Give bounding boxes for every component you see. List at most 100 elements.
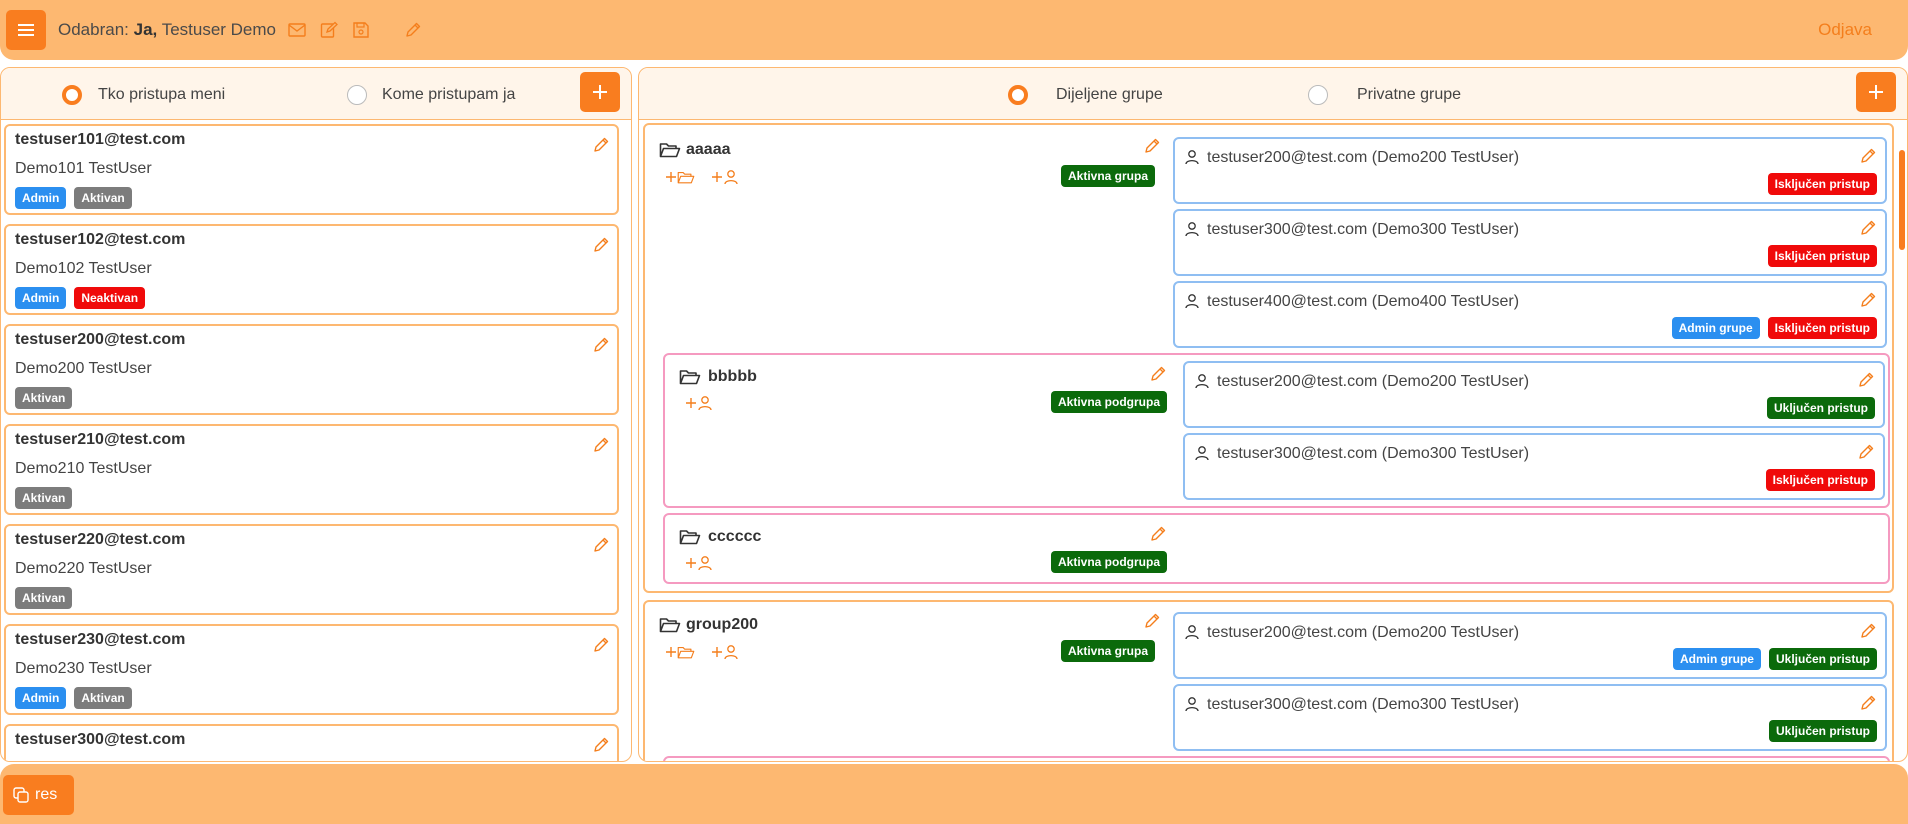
access-excluded-badge: Isključen pristup bbox=[1767, 317, 1877, 339]
member-card[interactable]: testuser200@test.com (Demo200 TestUser) … bbox=[1173, 137, 1887, 204]
user-card[interactable]: testuser200@test.com Demo200 TestUser Ak… bbox=[4, 324, 619, 415]
member-card[interactable]: testuser300@test.com (Demo300 TestUser) … bbox=[1173, 684, 1887, 751]
res-button[interactable]: res bbox=[3, 775, 74, 815]
user-icon bbox=[1194, 445, 1210, 461]
radio-shared-label: Dijeljene grupe bbox=[1056, 86, 1163, 103]
edit-pencil-icon[interactable] bbox=[592, 236, 610, 254]
user-name: Demo230 TestUser bbox=[15, 660, 152, 677]
edit-pencil-icon[interactable] bbox=[1859, 291, 1877, 309]
user-card[interactable]: testuser102@test.com Demo102 TestUser Ad… bbox=[4, 224, 619, 315]
mail-icon[interactable] bbox=[288, 23, 306, 37]
edit-pencil-icon[interactable] bbox=[1149, 365, 1167, 383]
edit-pencil-icon[interactable] bbox=[1857, 443, 1875, 461]
radio-whom-label: Kome pristupam ja bbox=[382, 86, 516, 103]
selected-user: Odabran: Ja, Testuser Demo bbox=[58, 20, 276, 40]
user-card[interactable]: testuser230@test.com Demo230 TestUser Ad… bbox=[4, 624, 619, 715]
selected-user-name: Testuser Demo bbox=[161, 20, 277, 39]
member-text: testuser400@test.com (Demo400 TestUser) bbox=[1207, 293, 1520, 310]
edit-pencil-icon[interactable] bbox=[592, 636, 610, 654]
user-card[interactable]: testuser210@test.com Demo210 TestUser Ak… bbox=[4, 424, 619, 515]
user-icon bbox=[1194, 373, 1210, 389]
add-user-button[interactable] bbox=[580, 72, 620, 112]
add-group-button[interactable] bbox=[1856, 72, 1896, 112]
user-email: testuser220@test.com bbox=[15, 531, 186, 548]
member-text: testuser200@test.com (Demo200 TestUser) bbox=[1217, 373, 1530, 390]
group-card: group200 Aktivna grupa testuser200@test.… bbox=[643, 600, 1894, 761]
access-excluded-badge: Isključen pristup bbox=[1767, 173, 1877, 195]
member-text: testuser300@test.com (Demo300 TestUser) bbox=[1207, 696, 1520, 713]
subgroup-name: cccccc bbox=[708, 528, 762, 545]
edit-pencil-icon[interactable] bbox=[1857, 371, 1875, 389]
add-member-button[interactable] bbox=[711, 169, 739, 185]
res-label: res bbox=[35, 786, 58, 803]
logout-link[interactable]: Odjava bbox=[1818, 20, 1872, 40]
user-card[interactable]: testuser300@test.com bbox=[4, 724, 619, 761]
access-excluded-badge: Isključen pristup bbox=[1767, 245, 1877, 267]
edit-pencil-icon[interactable] bbox=[1859, 147, 1877, 165]
scrollbar[interactable] bbox=[1899, 150, 1905, 250]
member-card[interactable]: testuser200@test.com (Demo200 TestUser) … bbox=[1173, 612, 1887, 679]
edit-pencil-icon[interactable] bbox=[1143, 137, 1161, 155]
add-subgroup-button[interactable] bbox=[665, 170, 695, 185]
selected-label: Odabran: bbox=[58, 20, 129, 39]
member-card[interactable]: testuser300@test.com (Demo300 TestUser) … bbox=[1183, 433, 1885, 500]
edit-pencil-icon[interactable] bbox=[592, 436, 610, 454]
group-admin-badge: Admin grupe bbox=[1672, 648, 1761, 670]
active-badge: Aktivan bbox=[74, 687, 132, 709]
user-email: testuser300@test.com bbox=[15, 731, 186, 748]
group-name: aaaaa bbox=[686, 141, 731, 158]
user-card[interactable]: testuser220@test.com Demo220 TestUser Ak… bbox=[4, 524, 619, 615]
edit-pencil-icon[interactable] bbox=[1859, 622, 1877, 640]
radio-private-groups[interactable] bbox=[1308, 85, 1328, 105]
member-card[interactable]: testuser400@test.com (Demo400 TestUser) … bbox=[1173, 281, 1887, 348]
subgroup-status-badge: Aktivna podgrupa bbox=[1051, 551, 1168, 573]
radio-shared-groups[interactable] bbox=[1008, 85, 1028, 105]
copy-icon bbox=[13, 787, 29, 803]
user-icon bbox=[1184, 221, 1200, 237]
users-panel: Tko pristupa meni Kome pristupam ja test… bbox=[0, 67, 632, 762]
top-bar: Odabran: Ja, Testuser Demo Odjava bbox=[0, 0, 1908, 60]
edit-note-icon[interactable] bbox=[320, 21, 338, 39]
edit-pencil-icon[interactable] bbox=[1859, 694, 1877, 712]
user-icon bbox=[1184, 696, 1200, 712]
pencil-icon[interactable] bbox=[404, 21, 422, 39]
radio-who-accesses-me[interactable] bbox=[62, 85, 82, 105]
add-member-button[interactable] bbox=[711, 644, 739, 660]
save-icon[interactable] bbox=[352, 21, 370, 39]
access-included-badge: Uključen pristup bbox=[1766, 397, 1875, 419]
edit-pencil-icon[interactable] bbox=[1149, 525, 1167, 543]
user-name: Demo210 TestUser bbox=[15, 460, 152, 477]
edit-pencil-icon[interactable] bbox=[592, 136, 610, 154]
add-subgroup-button[interactable] bbox=[665, 645, 695, 660]
user-email: testuser102@test.com bbox=[15, 231, 186, 248]
edit-pencil-icon[interactable] bbox=[592, 336, 610, 354]
radio-whom-i-access[interactable] bbox=[347, 85, 367, 105]
bottom-bar: res bbox=[0, 764, 1908, 824]
subgroup-card: bbbbb Aktivna podgrupa testuser200@test.… bbox=[663, 353, 1890, 508]
active-badge: Aktivan bbox=[15, 387, 73, 409]
access-included-badge: Uključen pristup bbox=[1768, 720, 1877, 742]
selected-user-self: Ja, bbox=[133, 20, 158, 39]
folder-icon bbox=[659, 141, 681, 159]
edit-pencil-icon[interactable] bbox=[592, 736, 610, 754]
group-admin-badge: Admin grupe bbox=[1671, 317, 1760, 339]
menu-button[interactable] bbox=[6, 10, 46, 50]
user-card[interactable]: testuser101@test.com Demo101 TestUser Ad… bbox=[4, 124, 619, 215]
admin-badge: Admin bbox=[15, 187, 67, 209]
group-status-badge: Aktivna grupa bbox=[1061, 640, 1156, 662]
edit-pencil-icon[interactable] bbox=[592, 536, 610, 554]
active-badge: Aktivan bbox=[74, 187, 132, 209]
member-text: testuser200@test.com (Demo200 TestUser) bbox=[1207, 624, 1520, 641]
edit-pencil-icon[interactable] bbox=[1859, 219, 1877, 237]
folder-open-icon bbox=[677, 645, 695, 660]
subgroup-status-badge: Aktivna podgrupa bbox=[1051, 391, 1168, 413]
folder-icon bbox=[659, 616, 681, 634]
add-member-button[interactable] bbox=[685, 395, 713, 411]
member-card[interactable]: testuser200@test.com (Demo200 TestUser) … bbox=[1183, 361, 1885, 428]
user-email: testuser210@test.com bbox=[15, 431, 186, 448]
add-member-button[interactable] bbox=[685, 555, 713, 571]
plus-icon bbox=[711, 171, 723, 183]
member-card[interactable]: testuser300@test.com (Demo300 TestUser) … bbox=[1173, 209, 1887, 276]
edit-pencil-icon[interactable] bbox=[1143, 612, 1161, 630]
radio-private-label: Privatne grupe bbox=[1357, 86, 1462, 103]
